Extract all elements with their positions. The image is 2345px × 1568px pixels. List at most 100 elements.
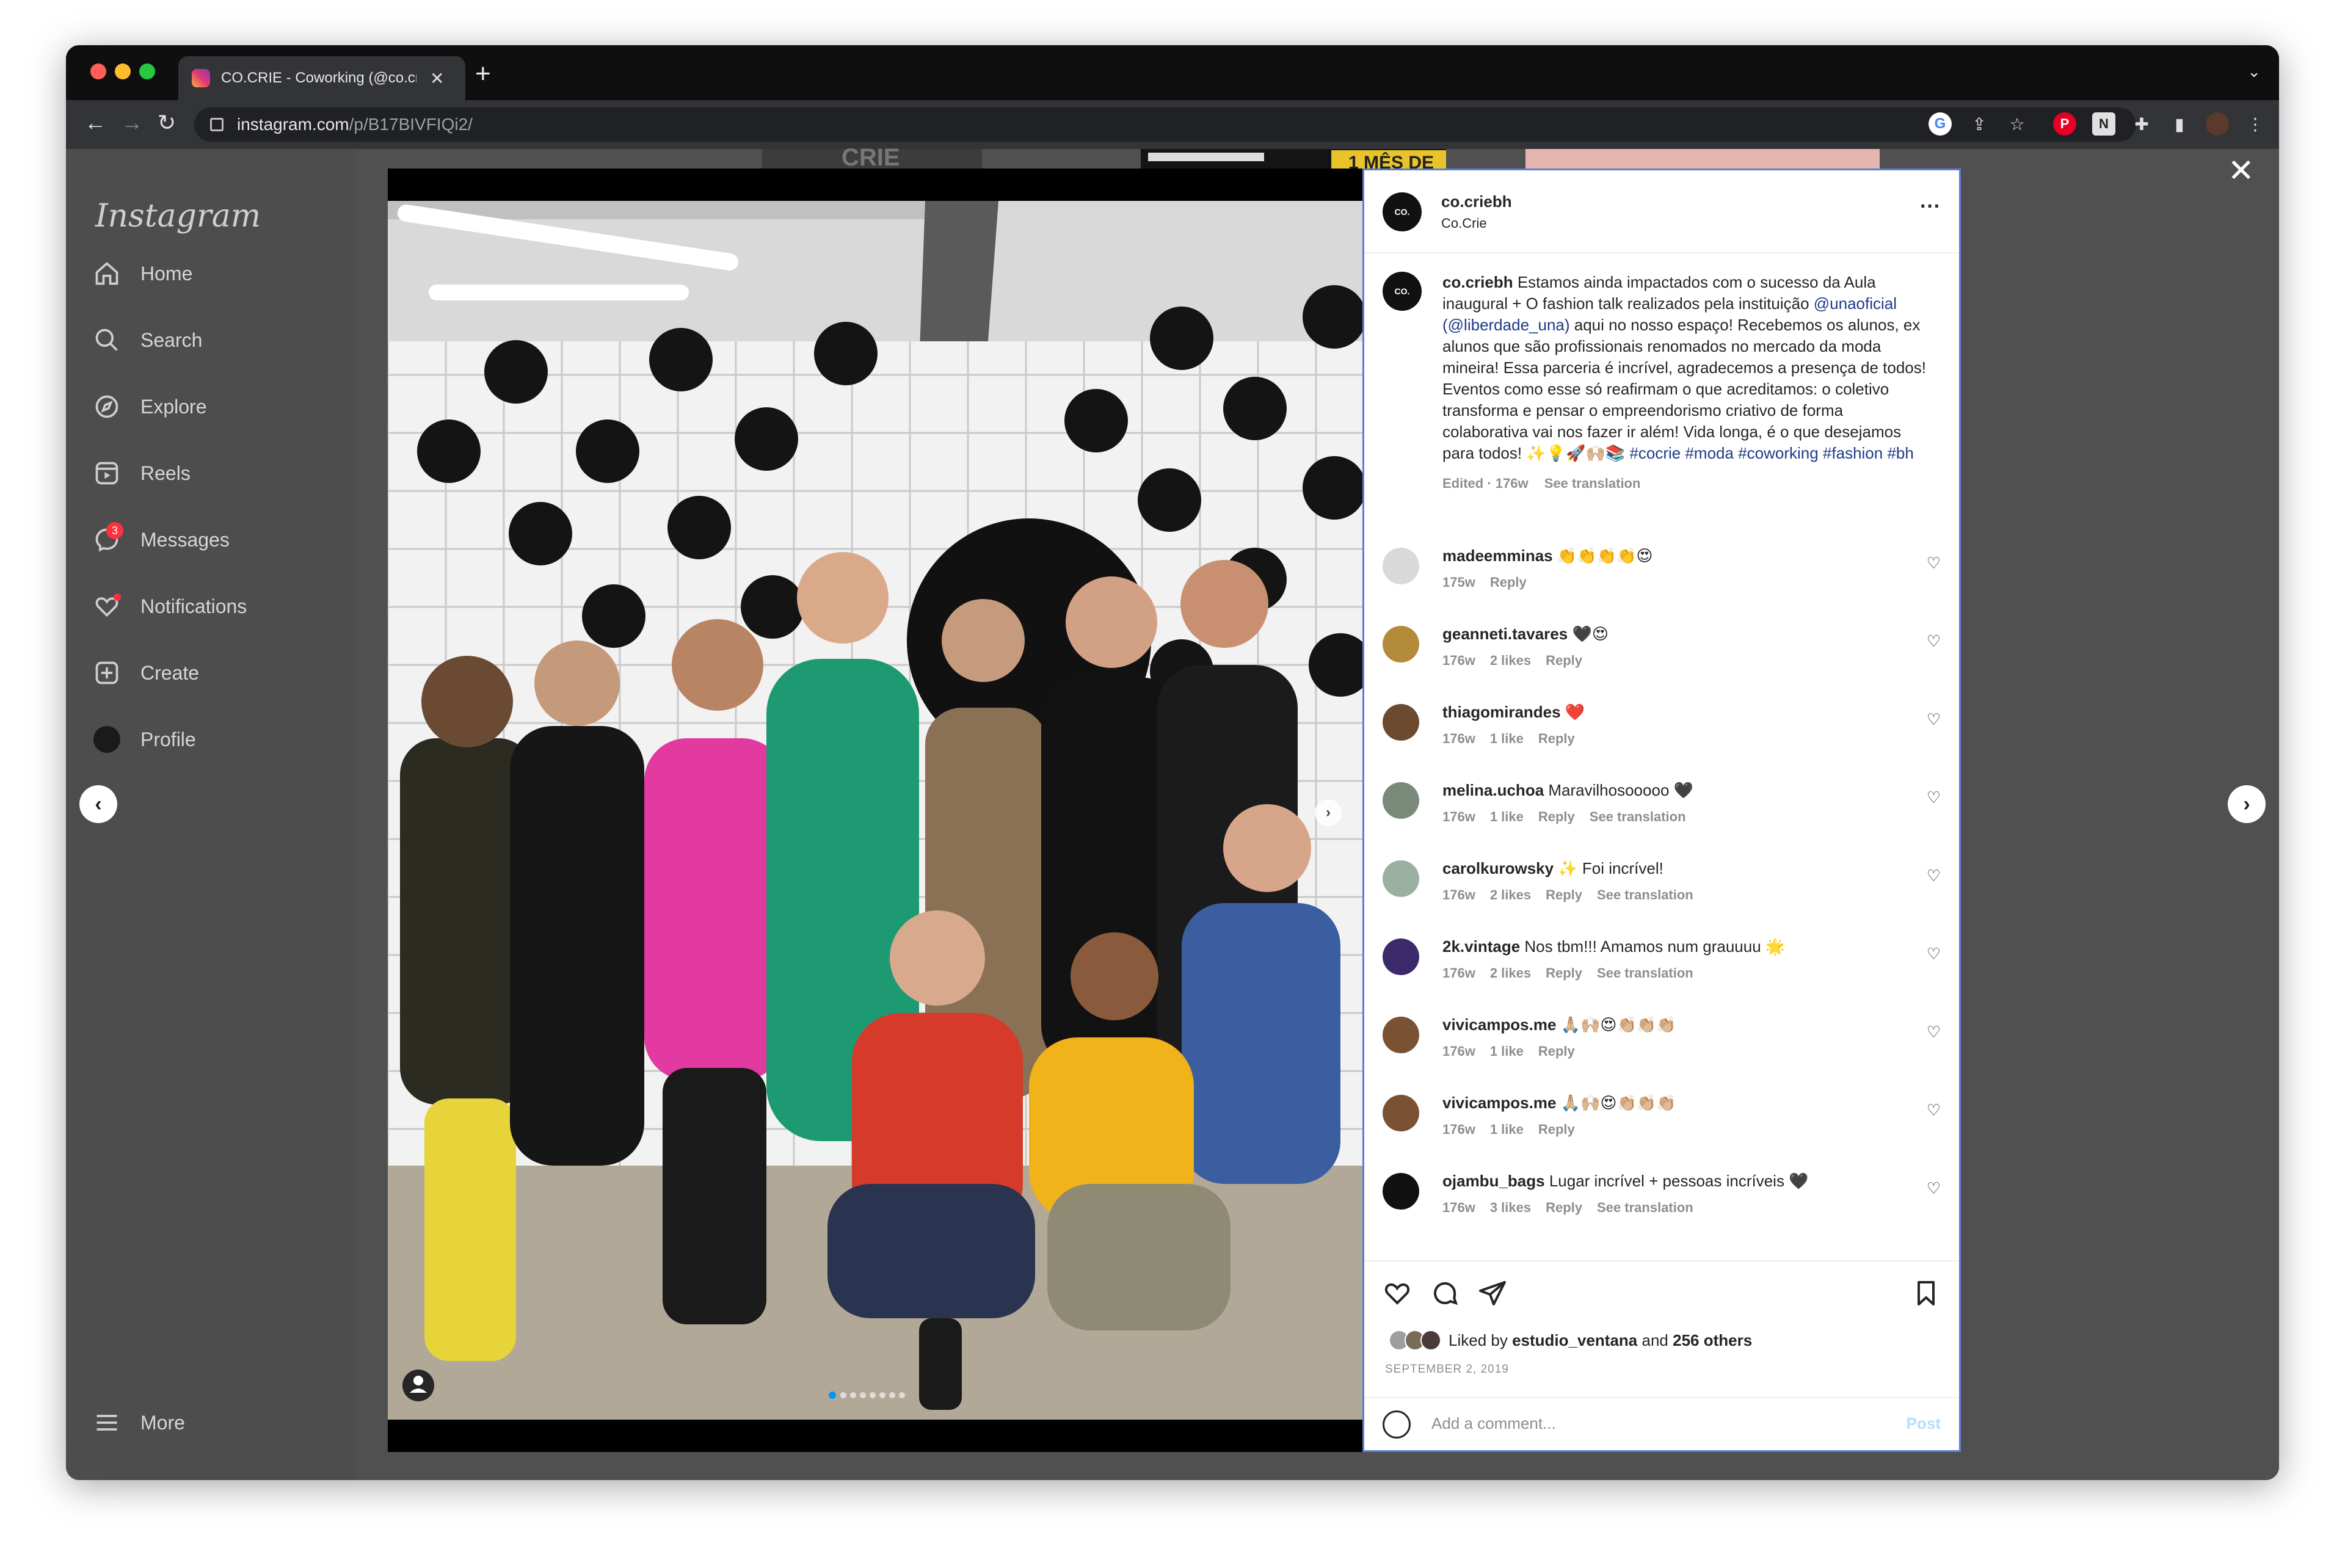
side-panel-icon[interactable]: ▮ bbox=[2168, 112, 2191, 136]
extensions-puzzle-icon[interactable]: ✚ bbox=[2130, 112, 2153, 136]
next-photo-chevron-icon[interactable]: › bbox=[1315, 799, 1342, 826]
share-paper-plane-icon[interactable] bbox=[1478, 1279, 1507, 1315]
tab-search-chevron-icon[interactable]: ⌄ bbox=[2247, 62, 2261, 81]
reply-button[interactable]: Reply bbox=[1490, 575, 1527, 590]
liked-by-others[interactable]: 256 others bbox=[1673, 1331, 1752, 1350]
comment-time[interactable]: 176w bbox=[1442, 731, 1475, 746]
commenter-avatar[interactable] bbox=[1383, 1017, 1419, 1053]
comment-likes[interactable]: 1 like bbox=[1490, 1122, 1524, 1137]
likes-summary[interactable]: Liked by estudio_ventana and 256 others bbox=[1389, 1330, 1752, 1351]
author-username[interactable]: co.criebh bbox=[1441, 192, 1512, 211]
emoji-smile-icon[interactable] bbox=[1383, 1410, 1411, 1439]
browser-tab[interactable]: CO.CRIE - Coworking (@co.crie ✕ bbox=[178, 56, 465, 100]
commenter-avatar[interactable] bbox=[1383, 548, 1419, 584]
comment-time[interactable]: 176w bbox=[1442, 1122, 1475, 1137]
comment-username[interactable]: carolkurowsky bbox=[1442, 859, 1554, 877]
commenter-avatar[interactable] bbox=[1383, 704, 1419, 741]
comment-username[interactable]: vivicampos.me bbox=[1442, 1094, 1556, 1112]
like-comment-heart-icon[interactable]: ♡ bbox=[1927, 1023, 1941, 1042]
comment-time[interactable]: 176w bbox=[1442, 1200, 1475, 1215]
back-arrow-icon[interactable]: ← bbox=[84, 110, 106, 136]
comment-time[interactable]: 176w bbox=[1442, 653, 1475, 668]
like-comment-heart-icon[interactable]: ♡ bbox=[1927, 1101, 1941, 1120]
like-comment-heart-icon[interactable]: ♡ bbox=[1927, 632, 1941, 651]
commenter-avatar[interactable] bbox=[1383, 782, 1419, 819]
comment-username[interactable]: geanneti.tavares bbox=[1442, 625, 1568, 643]
comment-time[interactable]: 176w bbox=[1442, 809, 1475, 824]
comment-likes[interactable]: 2 likes bbox=[1490, 887, 1531, 902]
comment-bubble-icon[interactable] bbox=[1430, 1279, 1460, 1315]
caption-avatar[interactable]: CO. bbox=[1383, 272, 1422, 311]
like-comment-heart-icon[interactable]: ♡ bbox=[1927, 866, 1941, 885]
instagram-logo[interactable]: Instagram bbox=[95, 198, 261, 234]
see-translation-link[interactable]: See translation bbox=[1597, 965, 1693, 981]
reply-button[interactable]: Reply bbox=[1546, 965, 1582, 981]
mention-link[interactable]: @unaoficial bbox=[1814, 294, 1897, 313]
reply-button[interactable]: Reply bbox=[1546, 887, 1582, 902]
caption-username[interactable]: co.criebh bbox=[1442, 273, 1513, 291]
reload-icon[interactable]: ↻ bbox=[158, 110, 176, 136]
close-modal-icon[interactable]: ✕ bbox=[2228, 153, 2255, 189]
like-comment-heart-icon[interactable]: ♡ bbox=[1927, 945, 1941, 964]
post-photo[interactable]: › bbox=[388, 201, 1362, 1420]
add-comment-input[interactable]: Add a comment... bbox=[1431, 1414, 1556, 1433]
author-avatar[interactable]: CO. bbox=[1383, 192, 1422, 231]
commenter-avatar[interactable] bbox=[1383, 938, 1419, 975]
post-date[interactable]: SEPTEMBER 2, 2019 bbox=[1385, 1363, 1509, 1376]
comment-username[interactable]: ojambu_bags bbox=[1442, 1172, 1545, 1190]
see-translation-link[interactable]: See translation bbox=[1544, 476, 1641, 491]
comment-likes[interactable]: 1 like bbox=[1490, 809, 1524, 824]
nav-profile[interactable]: Profile bbox=[93, 721, 196, 758]
more-options-icon[interactable]: ··· bbox=[1920, 195, 1941, 219]
comment-username[interactable]: melina.uchoa bbox=[1442, 781, 1544, 799]
like-comment-heart-icon[interactable]: ♡ bbox=[1927, 710, 1941, 729]
hashtags-link[interactable]: #cocrie #moda #coworking #fashion #bh bbox=[1629, 444, 1913, 462]
close-window-button[interactable] bbox=[90, 64, 106, 79]
see-translation-link[interactable]: See translation bbox=[1597, 1200, 1693, 1215]
comment-username[interactable]: thiagomirandes bbox=[1442, 703, 1561, 721]
nav-messages[interactable]: 3 Messages bbox=[93, 521, 230, 558]
comment-likes[interactable]: 1 like bbox=[1490, 1044, 1524, 1059]
reply-button[interactable]: Reply bbox=[1538, 731, 1575, 746]
profile-avatar-icon[interactable] bbox=[2206, 112, 2229, 136]
commenter-avatar[interactable] bbox=[1383, 626, 1419, 662]
comment-time[interactable]: 175w bbox=[1442, 575, 1475, 590]
like-comment-heart-icon[interactable]: ♡ bbox=[1927, 788, 1941, 807]
comment-likes[interactable]: 2 likes bbox=[1490, 653, 1531, 668]
nav-explore[interactable]: Explore bbox=[93, 388, 207, 425]
comment-username[interactable]: madeemminas bbox=[1442, 546, 1553, 565]
reply-button[interactable]: Reply bbox=[1546, 1200, 1582, 1215]
liked-by-user[interactable]: estudio_ventana bbox=[1512, 1331, 1637, 1350]
notion-icon[interactable]: N bbox=[2092, 112, 2115, 136]
see-translation-link[interactable]: See translation bbox=[1597, 887, 1693, 902]
nav-more[interactable]: More bbox=[93, 1404, 185, 1441]
like-heart-icon[interactable] bbox=[1383, 1279, 1412, 1315]
commenter-avatar[interactable] bbox=[1383, 1095, 1419, 1131]
comment-likes[interactable]: 3 likes bbox=[1490, 1200, 1531, 1215]
comment-time[interactable]: 176w bbox=[1442, 1044, 1475, 1059]
comment-username[interactable]: vivicampos.me bbox=[1442, 1015, 1556, 1034]
comment-likes[interactable]: 1 like bbox=[1490, 731, 1524, 746]
comment-likes[interactable]: 2 likes bbox=[1490, 965, 1531, 981]
zoom-window-button[interactable] bbox=[139, 64, 155, 79]
previous-post-chevron-icon[interactable]: ‹ bbox=[79, 785, 117, 823]
tagged-users-icon[interactable] bbox=[402, 1370, 434, 1401]
like-comment-heart-icon[interactable]: ♡ bbox=[1927, 1179, 1941, 1198]
author-subtitle[interactable]: Co.Crie bbox=[1441, 216, 1487, 231]
pinterest-icon[interactable]: P bbox=[2053, 112, 2076, 136]
share-icon[interactable]: ⇪ bbox=[1968, 112, 1991, 136]
menu-kebab-icon[interactable]: ⋮ bbox=[2244, 112, 2267, 136]
google-icon[interactable]: G bbox=[1929, 112, 1952, 136]
comment-username[interactable]: 2k.vintage bbox=[1442, 937, 1520, 956]
reply-button[interactable]: Reply bbox=[1538, 1044, 1575, 1059]
reply-button[interactable]: Reply bbox=[1538, 809, 1575, 824]
nav-create[interactable]: Create bbox=[93, 655, 199, 691]
forward-arrow-icon[interactable]: → bbox=[121, 110, 143, 136]
address-bar[interactable]: instagram.com/p/B17BIVFIQi2/ bbox=[194, 107, 2136, 142]
nav-home[interactable]: Home bbox=[93, 255, 192, 292]
comment-time[interactable]: 176w bbox=[1442, 887, 1475, 902]
bookmark-star-icon[interactable]: ☆ bbox=[2005, 112, 2029, 136]
commenter-avatar[interactable] bbox=[1383, 860, 1419, 897]
new-tab-button[interactable]: + bbox=[475, 59, 491, 89]
see-translation-link[interactable]: See translation bbox=[1590, 809, 1686, 824]
